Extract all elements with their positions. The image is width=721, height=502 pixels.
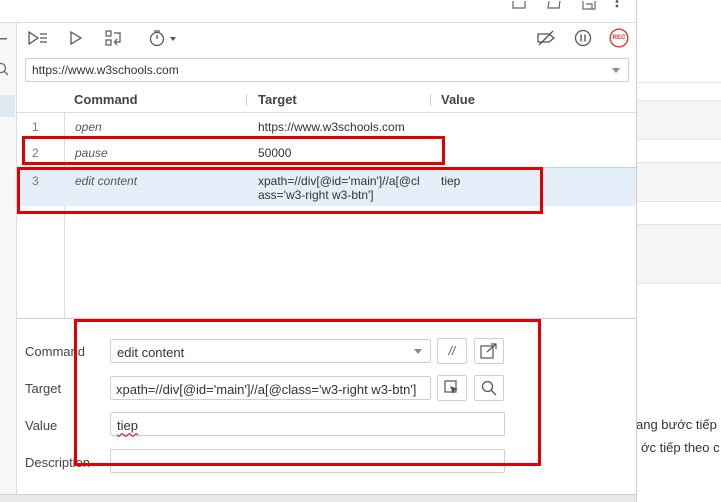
speed-timer-icon[interactable] xyxy=(147,28,179,48)
value-label: Value xyxy=(25,418,58,433)
open-project-icon[interactable] xyxy=(545,0,563,10)
run-all-tests-icon[interactable] xyxy=(27,29,49,47)
chevron-down-icon[interactable] xyxy=(612,68,620,73)
column-separator[interactable] xyxy=(246,94,247,106)
annotation-box-pause-row xyxy=(22,136,445,165)
target-label: Target xyxy=(25,381,62,396)
command-column-header: Command xyxy=(74,92,138,107)
base-url-value: https://www.w3schools.com xyxy=(32,63,179,77)
annotation-box-editor xyxy=(74,319,541,466)
row-command: open xyxy=(75,120,102,134)
column-separator[interactable] xyxy=(430,94,431,106)
annotation-box-edit-content-row xyxy=(17,167,543,214)
bg-band xyxy=(636,162,721,202)
record-button[interactable]: REC xyxy=(608,27,630,49)
target-column-header: Target xyxy=(258,92,297,107)
more-options-icon[interactable] xyxy=(610,0,624,10)
run-current-test-icon[interactable] xyxy=(67,29,85,47)
selected-test-item[interactable] xyxy=(0,95,15,117)
bg-band xyxy=(636,224,721,284)
background-page: ang bước tiếp ớc tiếp theo c xyxy=(636,0,721,502)
bg-band xyxy=(636,22,721,83)
base-url-input[interactable]: https://www.w3schools.com xyxy=(25,58,629,82)
disable-breakpoints-icon[interactable] xyxy=(535,29,557,47)
bg-text-line: ớc tiếp theo c xyxy=(641,440,720,455)
window-top-strip xyxy=(0,0,636,23)
collapse-icon[interactable] xyxy=(0,34,10,44)
save-project-icon[interactable] xyxy=(580,0,598,10)
search-tests-icon[interactable] xyxy=(0,61,10,77)
step-over-icon[interactable] xyxy=(103,29,125,47)
playback-toolbar: REC xyxy=(17,23,636,53)
bg-band xyxy=(636,100,721,140)
new-window-icon[interactable] xyxy=(510,0,528,10)
bg-text-line: ang bước tiếp xyxy=(636,417,717,432)
bottom-panel-bar[interactable] xyxy=(0,494,636,502)
row-target: https://www.w3schools.com xyxy=(258,120,405,134)
commands-table-header: Command Target Value xyxy=(17,86,636,113)
pause-on-exceptions-icon[interactable] xyxy=(573,28,593,48)
record-label: REC xyxy=(612,35,626,41)
row-number: 1 xyxy=(32,120,39,134)
value-column-header: Value xyxy=(441,92,475,107)
